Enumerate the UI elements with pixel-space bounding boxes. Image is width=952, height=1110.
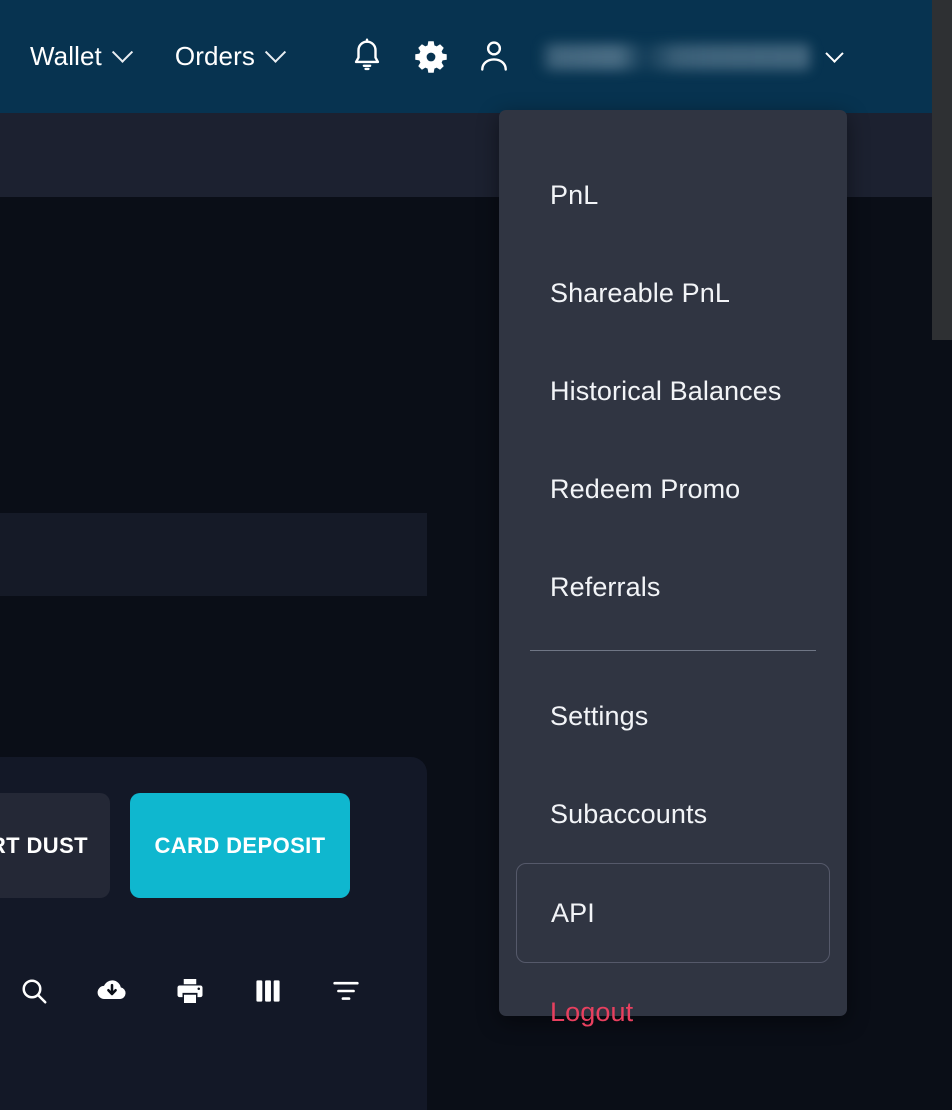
chevron-down-icon bbox=[111, 41, 133, 63]
menu-item-api[interactable]: API bbox=[516, 863, 830, 963]
menu-item-pnl[interactable]: PnL bbox=[499, 146, 847, 244]
account-dropdown-menu: PnL Shareable PnL Historical Balances Re… bbox=[499, 110, 847, 1027]
menu-item-referrals[interactable]: Referrals bbox=[499, 538, 847, 636]
chevron-down-icon bbox=[264, 41, 287, 63]
user-display-name bbox=[539, 43, 810, 70]
columns-icon[interactable] bbox=[252, 975, 284, 1007]
nav-item-wallet[interactable]: Wallet bbox=[30, 41, 133, 72]
menu-item-settings[interactable]: Settings bbox=[499, 667, 847, 765]
menu-item-subaccounts[interactable]: Subaccounts bbox=[499, 765, 847, 863]
notifications-bell-icon[interactable] bbox=[350, 38, 384, 76]
filter-icon[interactable] bbox=[330, 975, 362, 1007]
settings-gear-icon[interactable] bbox=[414, 40, 448, 74]
content-row-strip bbox=[0, 513, 427, 596]
menu-item-historical-balances[interactable]: Historical Balances bbox=[499, 342, 847, 440]
nav-item-wallet-label: Wallet bbox=[30, 41, 102, 71]
convert-dust-button[interactable]: RT DUST bbox=[0, 793, 110, 898]
menu-item-shareable-pnl[interactable]: Shareable PnL bbox=[499, 244, 847, 342]
menu-item-settings-label: Settings bbox=[550, 700, 649, 731]
menu-item-logout[interactable]: Logout bbox=[499, 963, 847, 1061]
user-account-menu-trigger[interactable] bbox=[539, 43, 844, 70]
menu-item-subaccounts-label: Subaccounts bbox=[550, 798, 708, 829]
nav-item-orders-label: Orders bbox=[174, 41, 255, 71]
table-toolbar bbox=[18, 975, 362, 1007]
page-scrollbar-track[interactable] bbox=[932, 0, 952, 1110]
chevron-down-icon bbox=[825, 44, 844, 63]
menu-item-api-label: API bbox=[551, 897, 595, 928]
menu-item-historical-balances-label: Historical Balances bbox=[550, 375, 782, 406]
menu-item-redeem-promo[interactable]: Redeem Promo bbox=[499, 440, 847, 538]
page-scrollbar-thumb[interactable] bbox=[932, 0, 952, 340]
menu-item-referrals-label: Referrals bbox=[550, 571, 661, 602]
wallet-action-buttons: RT DUST CARD DEPOSIT bbox=[0, 793, 350, 898]
page-root: Wallet Orders T DUST CARD DEPOSIT PnL Sh… bbox=[0, 0, 952, 1110]
cloud-download-icon[interactable] bbox=[96, 975, 128, 1007]
card-deposit-button[interactable]: CARD DEPOSIT bbox=[130, 793, 350, 898]
menu-item-shareable-pnl-label: Shareable PnL bbox=[550, 277, 730, 308]
search-icon[interactable] bbox=[18, 975, 50, 1007]
nav-item-orders[interactable]: Orders bbox=[174, 41, 287, 72]
menu-item-pnl-label: PnL bbox=[550, 179, 599, 210]
menu-item-logout-label: Logout bbox=[550, 996, 634, 1027]
top-navigation-bar: Wallet Orders bbox=[0, 0, 932, 113]
print-icon[interactable] bbox=[174, 975, 206, 1007]
menu-item-redeem-promo-label: Redeem Promo bbox=[550, 473, 741, 504]
account-person-icon[interactable] bbox=[478, 39, 510, 75]
menu-divider bbox=[530, 650, 816, 651]
